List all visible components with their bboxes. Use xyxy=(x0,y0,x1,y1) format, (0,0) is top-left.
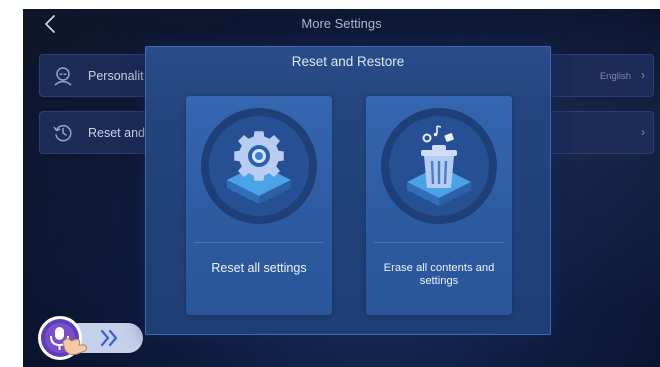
gear-reset-icon xyxy=(201,108,317,224)
card-divider xyxy=(374,242,504,243)
voice-assistant-graphic xyxy=(38,316,143,360)
chevron-right-icon: › xyxy=(641,125,645,139)
erase-all-contents-option[interactable]: Erase all contents and settings xyxy=(366,96,512,315)
settings-row-value: English xyxy=(599,71,631,82)
clock-restore-icon xyxy=(53,124,72,142)
settings-screen: More Settings Personalit English › Reset… xyxy=(23,9,660,367)
card-divider xyxy=(194,242,324,243)
trash-erase-icon xyxy=(381,108,497,224)
dialog-title: Reset and Restore xyxy=(291,54,405,69)
settings-row-label: Personalit xyxy=(88,69,144,83)
reset-restore-dialog: Reset and Restore Reset all settings Era… xyxy=(145,46,551,335)
option-label: Erase all contents and settings xyxy=(383,262,495,287)
settings-row-label: Reset and xyxy=(88,126,145,140)
page-title: More Settings xyxy=(301,16,382,31)
voice-assistant-widget[interactable] xyxy=(33,314,151,362)
top-bar: More Settings xyxy=(23,9,660,39)
person-icon xyxy=(54,67,72,86)
reset-all-settings-option[interactable]: Reset all settings xyxy=(186,96,332,315)
chevron-right-icon: › xyxy=(641,68,645,82)
option-label: Reset all settings xyxy=(211,261,307,275)
